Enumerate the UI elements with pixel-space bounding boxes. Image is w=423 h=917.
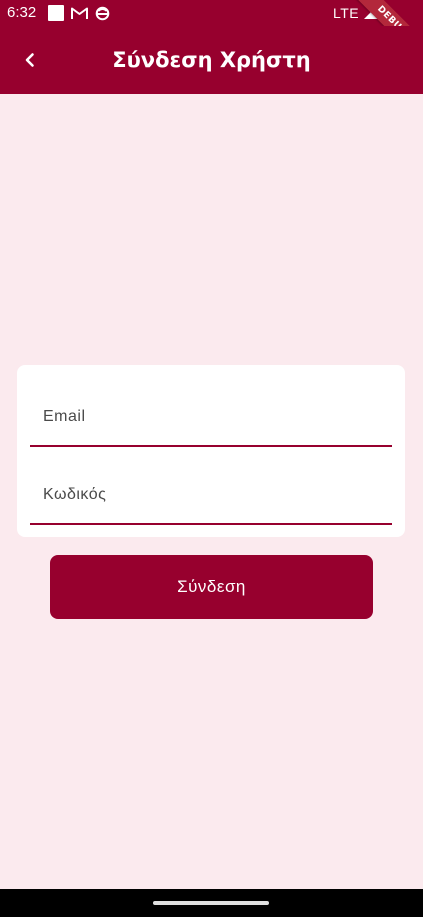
login-form-card xyxy=(17,365,405,537)
home-indicator[interactable] xyxy=(153,901,269,905)
password-field-container xyxy=(30,467,392,525)
network-type: LTE xyxy=(333,5,360,21)
sync-icon xyxy=(95,6,110,20)
gmail-icon xyxy=(71,7,88,19)
square-icon xyxy=(48,5,64,21)
login-button[interactable]: Σύνδεση xyxy=(50,555,373,619)
email-field[interactable] xyxy=(30,389,392,445)
password-field[interactable] xyxy=(30,467,392,523)
status-time: 6:32 xyxy=(7,4,37,21)
email-field-container xyxy=(30,389,392,447)
notification-icons xyxy=(48,4,110,22)
status-bar: 6:32 LTE xyxy=(0,0,423,26)
system-nav-bar xyxy=(0,889,423,917)
page-title: Σύνδεση Χρήστη xyxy=(112,48,311,72)
login-screen: 6:32 LTE DEBUG Σύνδεση Χρήστη Email Σύνδ… xyxy=(0,0,423,917)
app-bar: Σύνδεση Χρήστη xyxy=(0,26,423,94)
